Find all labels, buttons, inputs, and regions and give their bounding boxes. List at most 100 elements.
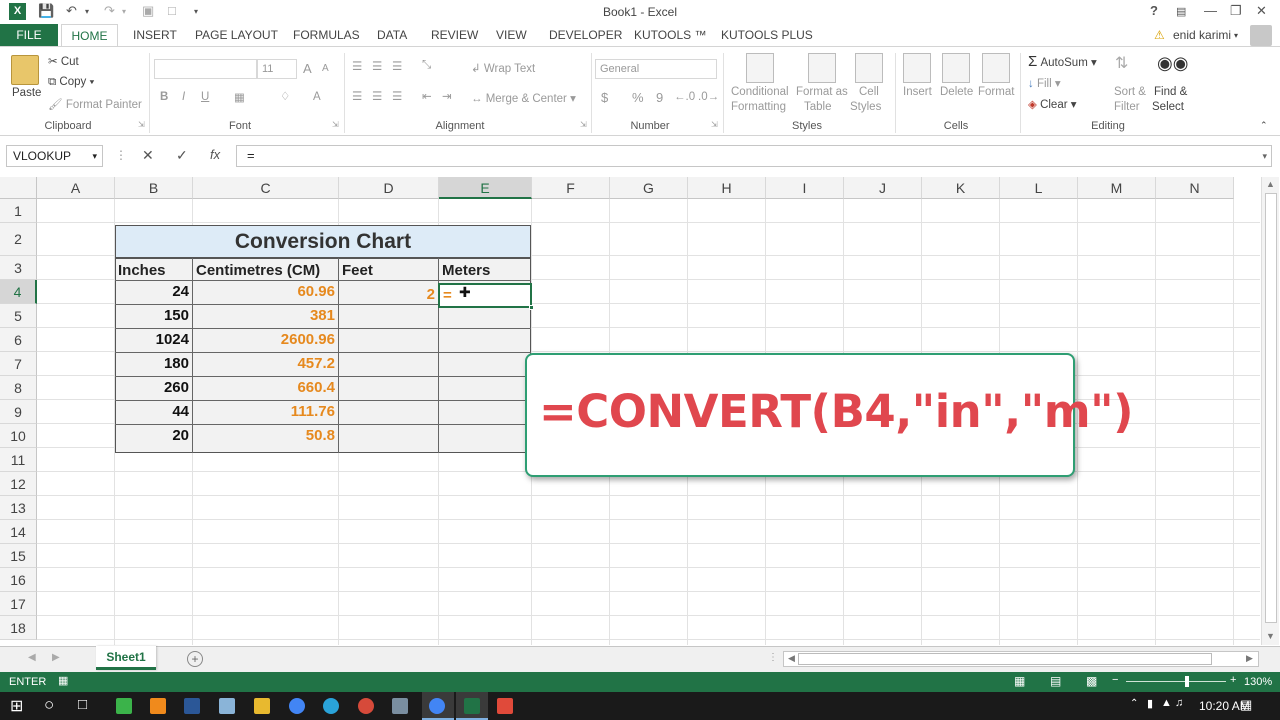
orientation-icon[interactable]: ⤡ (422, 59, 431, 72)
column-header-m[interactable]: M (1078, 177, 1156, 199)
cell-b6[interactable]: 1024 (115, 331, 192, 348)
tab-view[interactable]: VIEW (496, 28, 527, 42)
cell-c5[interactable]: 381 (193, 307, 338, 324)
chrome-active-icon[interactable] (429, 698, 445, 714)
row-header-7[interactable]: 7 (0, 352, 37, 376)
row-header-17[interactable]: 17 (0, 592, 37, 616)
zoom-slider[interactable] (1126, 681, 1226, 682)
tab-kutools-plus[interactable]: KUTOOLS PLUS (721, 28, 813, 42)
vertical-scroll-thumb[interactable] (1265, 193, 1277, 623)
grow-font-button[interactable]: A (303, 61, 312, 76)
merge-center-button[interactable]: ↔ Merge & Center ▾ (471, 91, 576, 105)
zoom-out-icon[interactable]: − (1112, 674, 1118, 686)
sheet-prev-icon[interactable]: ◀ (28, 652, 36, 663)
font-name-combo[interactable] (154, 59, 257, 79)
cell-b10[interactable]: 20 (115, 427, 192, 444)
row-header-15[interactable]: 15 (0, 544, 37, 568)
increase-indent-icon[interactable]: ⇥ (442, 89, 452, 103)
borders-icon[interactable]: ▦ (234, 90, 245, 104)
select-all-corner[interactable] (0, 177, 37, 199)
close-button[interactable]: ✕ (1256, 3, 1267, 19)
shrink-font-button[interactable]: A (322, 63, 329, 74)
scroll-down-icon[interactable]: ▼ (1266, 631, 1275, 641)
row-header-16[interactable]: 16 (0, 568, 37, 592)
column-header-l[interactable]: L (1000, 177, 1078, 199)
row-header-5[interactable]: 5 (0, 304, 37, 328)
tab-developer[interactable]: DEVELOPER (549, 28, 622, 42)
cell-c4[interactable]: 60.96 (193, 283, 338, 300)
tab-insert[interactable]: INSERT (133, 28, 177, 42)
horizontal-scroll-thumb[interactable] (798, 653, 1212, 665)
cancel-button[interactable]: ✕ (142, 147, 154, 164)
chrome-alt-icon[interactable] (358, 698, 374, 714)
cell-d4[interactable]: 2 (339, 286, 438, 303)
add-sheet-button[interactable]: + (187, 651, 203, 667)
paste-icon[interactable] (11, 55, 39, 85)
sheet-tab-sheet1[interactable]: Sheet1 (96, 646, 156, 670)
bold-button[interactable]: B (160, 91, 168, 103)
row-header-11[interactable]: 11 (0, 448, 37, 472)
telegram-icon[interactable] (323, 698, 339, 714)
comma-button[interactable]: 9 (656, 90, 663, 105)
currency-button[interactable]: $ (601, 90, 608, 105)
clear-button[interactable]: ◈ Clear ▾ (1028, 97, 1077, 111)
sort-filter-button[interactable]: Sort & (1114, 86, 1146, 98)
autosum-button[interactable]: Σ AutoSum ▾ (1028, 53, 1097, 70)
fill-color-icon[interactable]: ♢ (280, 89, 290, 103)
tab-file[interactable]: FILE (0, 24, 58, 46)
keyboard-icon[interactable] (392, 698, 408, 714)
cut-button[interactable]: ✂ Cut (48, 54, 79, 68)
windows-start-icon[interactable]: ⊞ (10, 696, 23, 716)
cell-b9[interactable]: 44 (115, 403, 192, 420)
network-icon[interactable]: ▲ (1161, 697, 1172, 709)
column-header-d[interactable]: D (339, 177, 439, 199)
header-meters[interactable]: Meters (439, 262, 531, 279)
percent-button[interactable]: % (632, 90, 644, 105)
format-as-table-button[interactable]: Format as (796, 86, 848, 98)
wrap-text-button[interactable]: ↲ Wrap Text (471, 61, 535, 75)
cell-c9[interactable]: 111.76 (193, 403, 338, 420)
tab-formulas[interactable]: FORMULAS (293, 28, 360, 42)
cell-c8[interactable]: 660.4 (193, 379, 338, 396)
scroll-left-icon[interactable]: ◀ (788, 653, 795, 664)
chevron-down-icon[interactable]: ▾ (92, 146, 97, 166)
task-view-icon[interactable]: □ (78, 696, 87, 713)
tray-expand-icon[interactable]: ⌃ (1130, 698, 1138, 709)
format-painter-button[interactable]: 🖌 Format Painter (48, 97, 142, 111)
insert-function-button[interactable]: fx (210, 147, 220, 162)
increase-decimal-icon[interactable]: ←.0 (674, 91, 695, 103)
tab-home[interactable]: HOME (61, 24, 118, 48)
row-header-3[interactable]: 3 (0, 256, 37, 280)
number-format-combo[interactable]: General (595, 59, 717, 79)
macro-record-icon[interactable]: ▦ (58, 674, 68, 687)
cell-c10[interactable]: 50.8 (193, 427, 338, 444)
insert-cells-button[interactable]: Insert (903, 86, 932, 98)
scroll-up-icon[interactable]: ▲ (1266, 179, 1275, 189)
fill-button[interactable]: ↓ Fill ▾ (1028, 76, 1061, 90)
minimize-button[interactable]: — (1204, 3, 1217, 18)
align-left-icon[interactable]: ☰ (352, 89, 362, 103)
row-header-10[interactable]: 10 (0, 424, 37, 448)
enter-button[interactable]: ✓ (176, 147, 188, 164)
zoom-in-icon[interactable]: + (1230, 674, 1236, 686)
row-header-12[interactable]: 12 (0, 472, 37, 496)
align-right-icon[interactable]: ☰ (392, 89, 402, 103)
row-header-8[interactable]: 8 (0, 376, 37, 400)
sheet-next-icon[interactable]: ▶ (52, 652, 60, 663)
font-color-button[interactable]: A (313, 91, 321, 103)
cell-styles-button[interactable]: Cell (859, 86, 879, 98)
excel-taskbar-icon[interactable] (464, 698, 480, 714)
table-title[interactable]: Conversion Chart (115, 230, 531, 254)
italic-button[interactable]: I (182, 91, 185, 103)
zoom-slider-thumb[interactable] (1185, 676, 1189, 687)
column-header-g[interactable]: G (610, 177, 688, 199)
app-green-icon[interactable] (116, 698, 132, 714)
copy-button[interactable]: ⧉ Copy ▾ (48, 76, 94, 89)
cell-b5[interactable]: 150 (115, 307, 192, 324)
paste-button[interactable]: Paste (12, 87, 41, 99)
cell-b7[interactable]: 180 (115, 355, 192, 372)
format-cells-button[interactable]: Format (978, 86, 1014, 98)
column-header-n[interactable]: N (1156, 177, 1234, 199)
expand-formula-icon[interactable]: ▾ (1262, 146, 1267, 166)
align-top-icon[interactable]: ☰ (352, 59, 362, 73)
